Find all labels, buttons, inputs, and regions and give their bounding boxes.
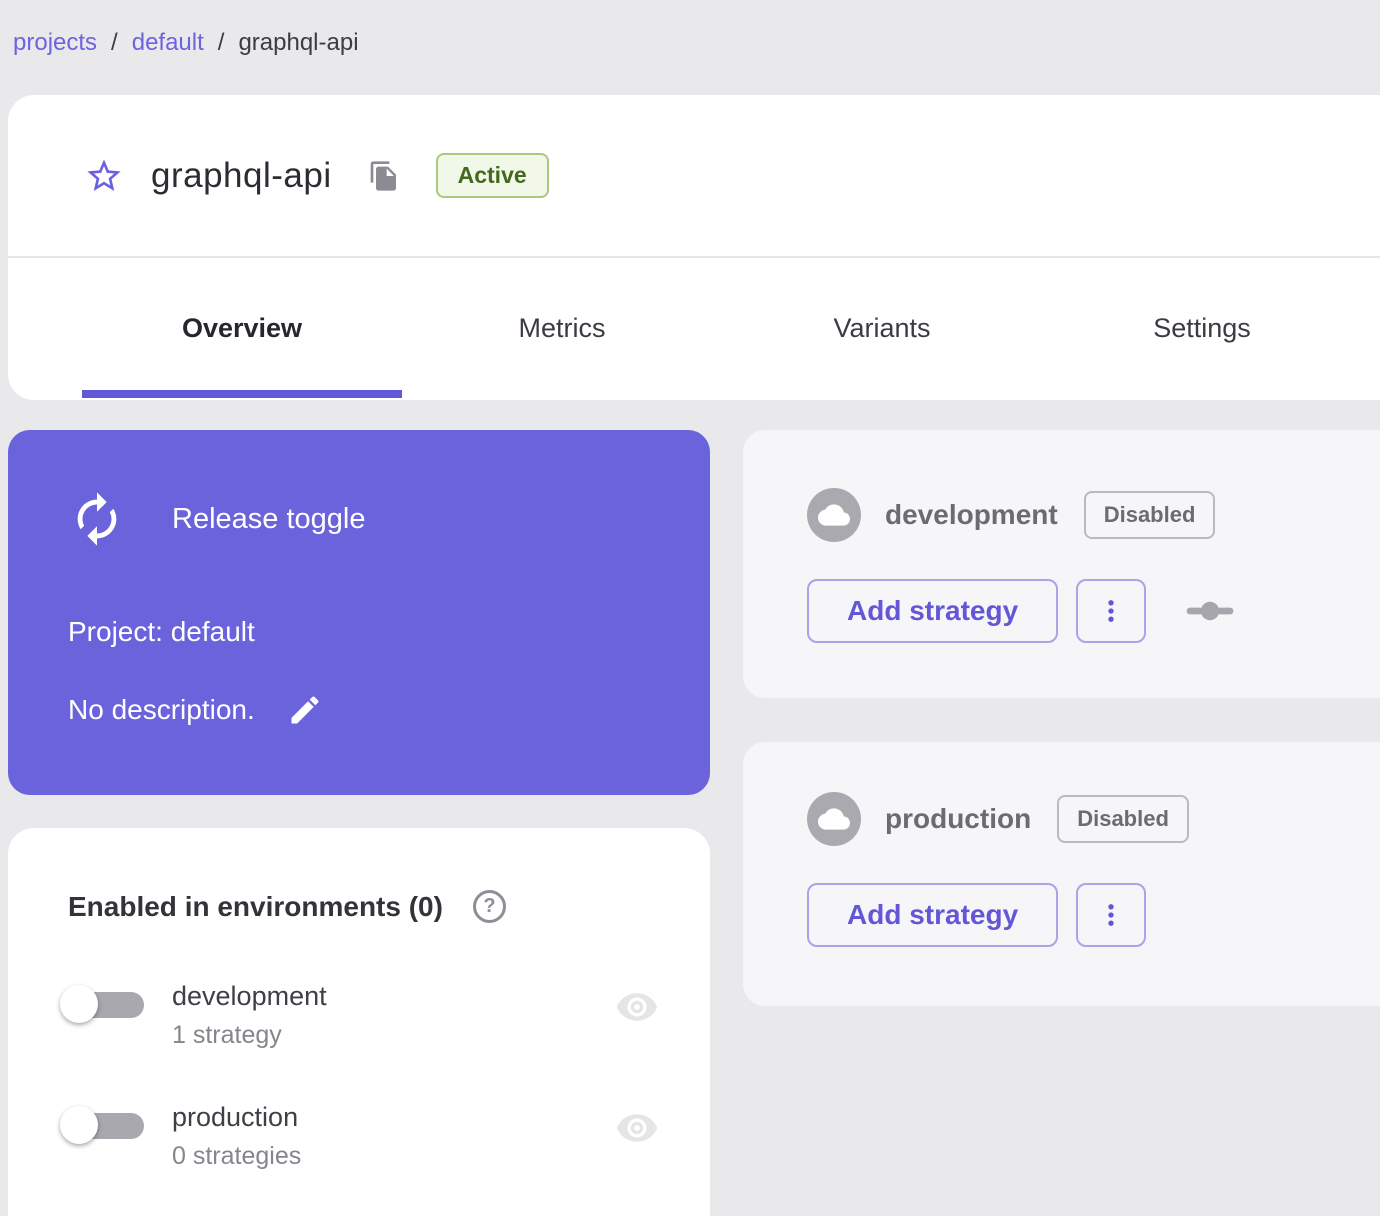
environment-card-name: development [885, 499, 1058, 530]
environment-row-development: development 1 strategy [60, 981, 660, 1050]
tab-variants[interactable]: Variants [722, 258, 1042, 398]
environment-card-production: production Disabled Add strategy [743, 742, 1380, 1006]
panel-title: Enabled in environments (0) [68, 890, 443, 922]
avatar [807, 488, 861, 542]
switch-thumb [60, 985, 98, 1023]
breadcrumb-link-default[interactable]: default [132, 29, 204, 57]
breadcrumb-separator: / [111, 29, 118, 56]
environment-card-name: production [885, 803, 1032, 834]
status-badge: Active [435, 153, 549, 198]
tab-metrics[interactable]: Metrics [402, 258, 722, 398]
toggle-type-row: Release toggle [68, 486, 650, 552]
copy-icon [368, 160, 400, 192]
environment-status-badge: Disabled [1083, 491, 1216, 539]
project-label: Project: default [68, 616, 255, 647]
feature-tabs: Overview Metrics Variants Settings [8, 258, 1380, 398]
environment-name: production [172, 1102, 299, 1132]
breadcrumb-link-projects[interactable]: projects [13, 29, 97, 57]
environment-status-badge: Disabled [1057, 795, 1189, 843]
page-title: graphql-api [151, 155, 332, 195]
kebab-menu-icon [1097, 597, 1125, 625]
breadcrumb: projects / default / graphql-api [13, 29, 359, 57]
avatar [807, 792, 861, 846]
more-actions-button[interactable] [1076, 883, 1147, 947]
visibility-button-production[interactable] [614, 1106, 660, 1150]
add-strategy-button[interactable]: Add strategy [807, 579, 1059, 643]
breadcrumb-current: graphql-api [238, 29, 359, 56]
star-outline-icon [84, 156, 124, 196]
tab-settings[interactable]: Settings [1042, 258, 1362, 398]
autorenew-icon [68, 486, 126, 552]
feature-title-row: graphql-api Active [8, 95, 1380, 258]
toggle-type-label: Release toggle [172, 502, 366, 535]
eye-icon [614, 985, 660, 1029]
switch-thumb [60, 1106, 98, 1144]
cloud-icon [818, 803, 850, 835]
tab-overview[interactable]: Overview [82, 258, 402, 398]
favorite-button[interactable] [84, 156, 124, 196]
pencil-icon [287, 692, 323, 728]
enabled-environments-panel: Enabled in environments (0) ? developmen… [8, 828, 710, 1216]
visibility-button-development[interactable] [614, 985, 660, 1029]
environment-name: development [172, 981, 327, 1011]
description-text: No description. [68, 694, 255, 725]
eye-icon [614, 1106, 660, 1150]
cloud-icon [818, 499, 850, 531]
toggle-overview-card: Release toggle Project: default No descr… [8, 430, 710, 795]
strategy-count: 1 strategy [172, 1021, 282, 1049]
copy-name-button[interactable] [367, 159, 401, 193]
active-tab-indicator [82, 390, 402, 398]
kebab-menu-icon [1097, 901, 1125, 929]
environment-card-development: development Disabled Add strategy [743, 430, 1380, 698]
add-strategy-button[interactable]: Add strategy [807, 883, 1059, 947]
strategy-count: 0 strategies [172, 1142, 302, 1170]
toggle-switch-development[interactable] [60, 983, 146, 1027]
edit-description-button[interactable] [287, 692, 323, 728]
breadcrumb-separator: / [217, 29, 225, 56]
toggle-switch-production[interactable] [60, 1104, 146, 1148]
question-mark-icon[interactable]: ? [472, 890, 506, 923]
commit-icon [1186, 596, 1234, 626]
environment-row-production: production 0 strategies [60, 1102, 660, 1171]
feature-header-card: graphql-api Active Overview Metrics Vari… [8, 95, 1380, 400]
more-actions-button[interactable] [1076, 579, 1147, 643]
